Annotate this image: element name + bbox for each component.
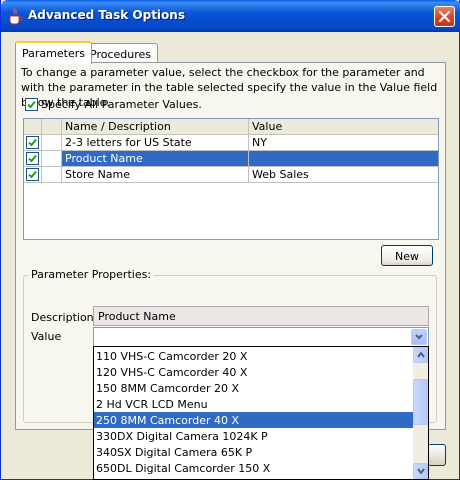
value-dropdown-list[interactable]: 110 VHS-C Camcorder 20 X 120 VHS-C Camco…	[93, 346, 429, 480]
description-label: Description	[31, 311, 94, 324]
close-icon	[438, 10, 451, 23]
close-button[interactable]	[434, 6, 455, 27]
arrow-up-icon	[417, 351, 425, 358]
specify-all-checkbox[interactable]	[25, 98, 38, 111]
row-name[interactable]: 2-3 letters for US State	[62, 135, 249, 151]
row-checkbox[interactable]	[26, 152, 39, 165]
dropdown-option[interactable]: 150 8MM Camcorder 20 X	[94, 380, 413, 396]
chevron-down-icon	[415, 334, 423, 340]
dropdown-scrollbar[interactable]	[413, 347, 428, 479]
partially-hidden-button[interactable]	[428, 444, 446, 466]
new-button[interactable]: New	[381, 245, 433, 266]
column-header-value[interactable]: Value	[249, 119, 438, 135]
scroll-up-button[interactable]	[413, 347, 428, 363]
parameter-table: Name / Description Value 2-3 letters for…	[23, 118, 439, 240]
table-row[interactable]: Store Name Web Sales	[24, 167, 438, 183]
row-checkbox[interactable]	[26, 136, 39, 149]
row-name[interactable]: Store Name	[62, 167, 249, 183]
dropdown-option[interactable]: 650DL Digital Camcorder 150 X	[94, 460, 413, 476]
title-bar[interactable]: Advanced Task Options	[1, 0, 460, 32]
column-header-check	[24, 119, 42, 135]
window-title: Advanced Task Options	[28, 8, 185, 22]
dropdown-option[interactable]: 2 Hd VCR LCD Menu	[94, 396, 413, 412]
arrow-down-icon	[417, 468, 425, 475]
scroll-thumb[interactable]	[413, 379, 428, 425]
tab-procedures[interactable]: Procedures	[83, 43, 158, 64]
value-label: Value	[31, 330, 62, 343]
row-value[interactable]: NY	[249, 135, 438, 151]
checkmark-icon	[28, 154, 37, 163]
dropdown-option[interactable]: 110 VHS-C Camcorder 20 X	[94, 348, 413, 364]
row-name[interactable]: Product Name	[62, 151, 249, 167]
value-combobox[interactable]	[93, 327, 429, 347]
row-checkbox[interactable]	[26, 168, 39, 181]
checkmark-icon	[28, 138, 37, 147]
specify-all-label: Specify All Parameter Values.	[41, 98, 202, 111]
dropdown-option-highlighted[interactable]: 250 8MM Camcorder 40 X	[94, 412, 413, 428]
checkmark-icon	[28, 170, 37, 179]
table-row[interactable]: Product Name	[24, 151, 438, 167]
description-field: Product Name	[93, 306, 429, 326]
tab-parameters[interactable]: Parameters	[15, 41, 92, 64]
column-header-blank	[42, 119, 62, 135]
value-dropdown-button[interactable]	[411, 329, 427, 345]
dropdown-option[interactable]: 340SX Digital Camera 65K P	[94, 444, 413, 460]
dropdown-option[interactable]: 120 VHS-C Camcorder 40 X	[94, 364, 413, 380]
checkmark-icon	[27, 100, 36, 109]
dropdown-option[interactable]: 330DX Digital Camera 1024K P	[94, 428, 413, 444]
java-cup-icon	[7, 7, 23, 25]
scroll-down-button[interactable]	[413, 463, 428, 479]
row-value[interactable]	[249, 151, 438, 167]
dialog-window: Advanced Task Options Parameters Procedu…	[0, 0, 460, 480]
row-value[interactable]: Web Sales	[249, 167, 438, 183]
column-header-name[interactable]: Name / Description	[62, 119, 249, 135]
table-row[interactable]: 2-3 letters for US State NY	[24, 135, 438, 151]
parameter-properties-title: Parameter Properties:	[28, 268, 155, 281]
